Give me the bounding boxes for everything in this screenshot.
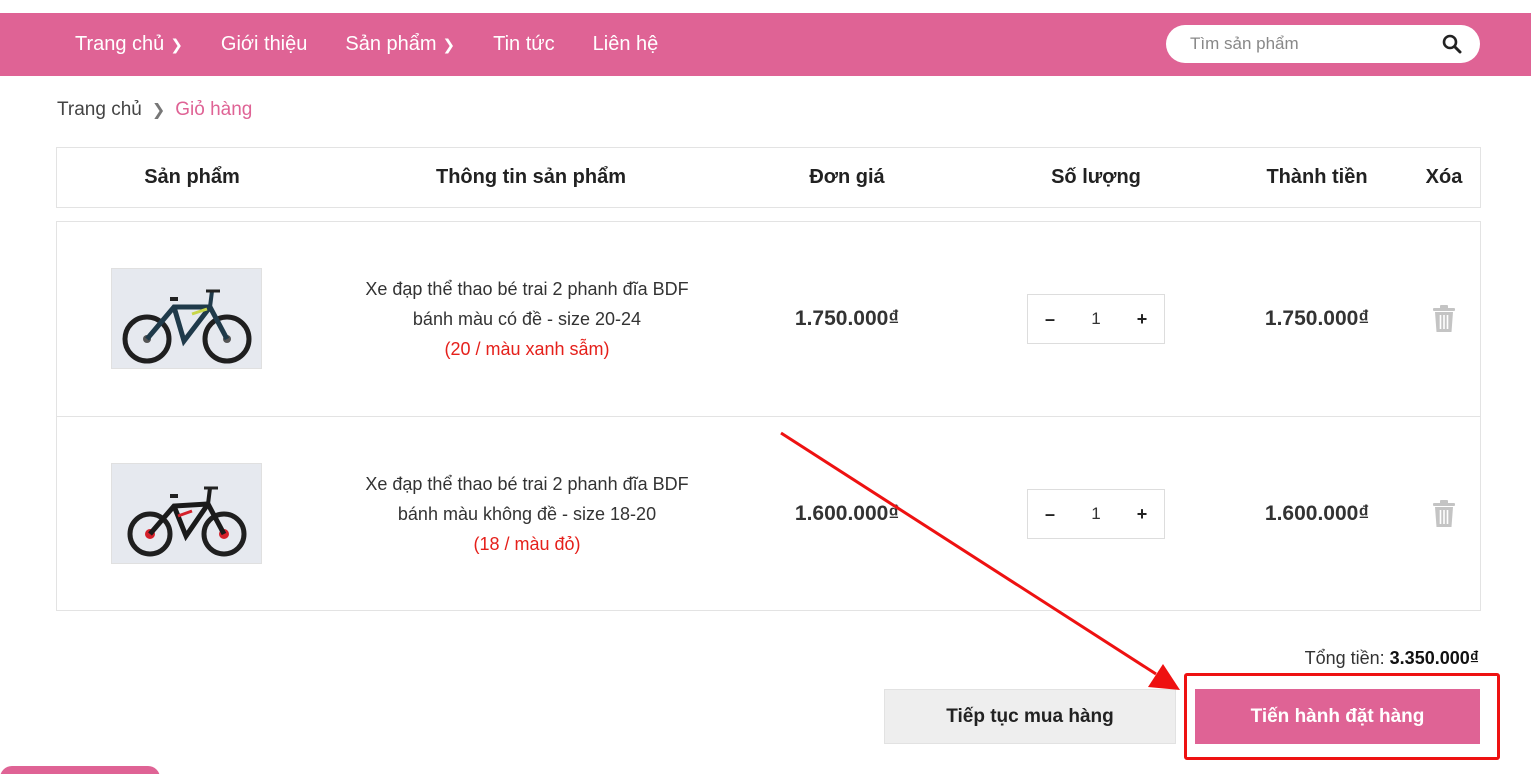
cart-row: Xe đạp thể thao bé trai 2 phanh đĩa BDF … (57, 222, 1480, 416)
checkout-button[interactable]: Tiến hành đặt hàng (1195, 689, 1480, 744)
search-box (1166, 25, 1480, 63)
nav-item-label: Sản phẩm (345, 33, 437, 55)
unit-price: 1.750.000₫ (794, 307, 900, 330)
product-info: Xe đạp thể thao bé trai 2 phanh đĩa BDF … (327, 469, 727, 559)
product-name-line1[interactable]: Xe đạp thể thao bé trai 2 phanh đĩa BDF (327, 469, 727, 499)
cart-row: Xe đạp thể thao bé trai 2 phanh đĩa BDF … (57, 416, 1480, 610)
quantity-value[interactable]: 1 (1072, 504, 1120, 524)
continue-shopping-button[interactable]: Tiếp tục mua hàng (884, 689, 1176, 744)
nav-item-about[interactable]: Giới thiệu (221, 33, 307, 56)
nav-item-label: Giới thiệu (220, 33, 308, 55)
breadcrumb-home-link[interactable]: Trang chủ (57, 99, 142, 121)
quantity-value[interactable]: 1 (1072, 309, 1120, 329)
quantity-stepper: – 1 + (1027, 294, 1165, 344)
bicycle-image (112, 269, 261, 368)
chevron-right-icon: ❯ (170, 36, 183, 54)
chevron-right-icon: ❯ (442, 36, 456, 54)
line-total: 1.750.000₫ (1264, 307, 1370, 330)
cart-total-label: Tổng tiền: (1304, 648, 1390, 668)
product-info: Xe đạp thể thao bé trai 2 phanh đĩa BDF … (327, 274, 727, 364)
bicycle-image (112, 464, 261, 563)
trash-icon[interactable] (1432, 500, 1456, 528)
product-image[interactable] (111, 268, 262, 369)
column-header-info: Thông tin sản phẩm (436, 166, 626, 188)
quantity-stepper: – 1 + (1027, 489, 1165, 539)
product-image[interactable] (111, 463, 262, 564)
product-variant: (20 / màu xanh sẫm) (444, 339, 610, 359)
nav-item-label: Tin tức (493, 33, 555, 55)
top-navbar: Trang chủ ❯ Giới thiệu Sản phẩm ❯ Tin tứ… (0, 13, 1531, 76)
nav-item-label: Liên hệ (592, 33, 659, 55)
column-header-quantity: Số lượng (1051, 166, 1141, 188)
breadcrumb: Trang chủ ❯ Giỏ hàng (57, 99, 252, 121)
search-icon[interactable] (1442, 34, 1462, 54)
product-variant: (18 / màu đỏ) (473, 534, 581, 554)
product-name-line2[interactable]: bánh màu không đề - size 18-20 (327, 499, 727, 529)
nav-item-products[interactable]: Sản phẩm ❯ (345, 33, 455, 56)
cart-total: Tổng tiền: 3.350.000₫ (1200, 648, 1479, 669)
line-total: 1.600.000₫ (1264, 502, 1370, 525)
nav-item-label: Trang chủ (75, 33, 165, 55)
nav-item-news[interactable]: Tin tức (493, 33, 555, 56)
cart-table-header: Sản phẩm Thông tin sản phẩm Đơn giá Số l… (56, 147, 1481, 208)
breadcrumb-current: Giỏ hàng (175, 99, 253, 120)
quantity-decrease-button[interactable]: – (1028, 295, 1072, 343)
quantity-increase-button[interactable]: + (1120, 295, 1164, 343)
nav-item-contact[interactable]: Liên hệ (593, 33, 659, 56)
column-header-unit-price: Đơn giá (809, 166, 885, 188)
nav-menu: Trang chủ ❯ Giới thiệu Sản phẩm ❯ Tin tứ… (75, 13, 696, 76)
nav-item-home[interactable]: Trang chủ ❯ (75, 33, 183, 56)
column-header-delete: Xóa (1425, 166, 1463, 188)
quantity-decrease-button[interactable]: – (1028, 490, 1072, 538)
chevron-right-icon: ❯ (151, 102, 166, 119)
product-name-line1[interactable]: Xe đạp thể thao bé trai 2 phanh đĩa BDF (327, 274, 727, 304)
cart-total-value: 3.350.000₫ (1389, 648, 1479, 668)
trash-icon[interactable] (1432, 305, 1456, 333)
quantity-increase-button[interactable]: + (1120, 490, 1164, 538)
cart-table-body: Xe đạp thể thao bé trai 2 phanh đĩa BDF … (56, 221, 1481, 611)
unit-price: 1.600.000₫ (794, 502, 900, 525)
floating-widget-tab[interactable] (0, 766, 160, 774)
column-header-product: Sản phẩm (144, 166, 240, 188)
column-header-line-total: Thành tiền (1266, 166, 1368, 188)
product-name-line2[interactable]: bánh màu có đề - size 20-24 (327, 304, 727, 334)
search-input[interactable] (1190, 25, 1430, 63)
